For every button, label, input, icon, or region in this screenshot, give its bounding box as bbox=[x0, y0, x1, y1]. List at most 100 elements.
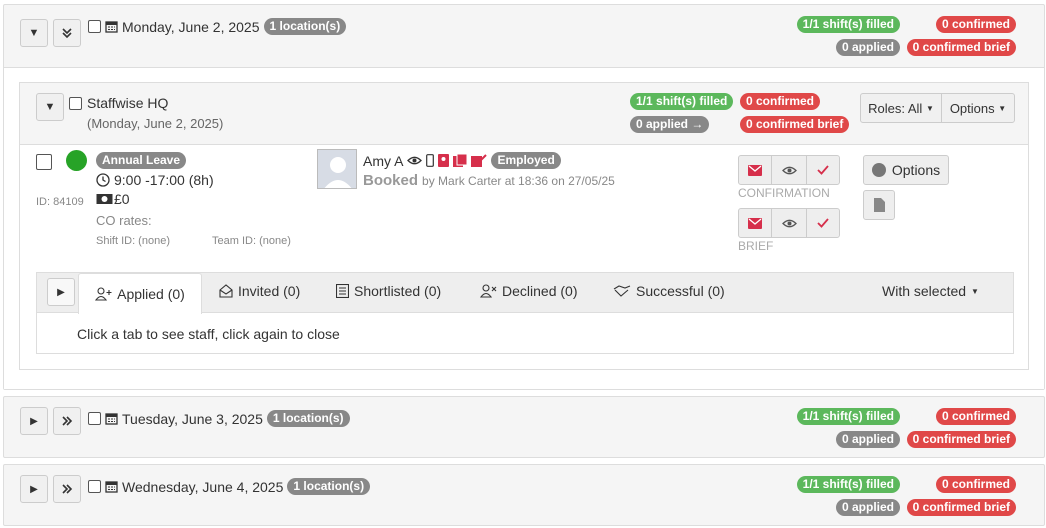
location-checkbox[interactable] bbox=[69, 97, 82, 110]
shift-options-label: Options bbox=[891, 162, 941, 178]
day-date: Wednesday, June 4, 2025 bbox=[122, 478, 284, 495]
tab-bar: ▶ Applied (0) Invited (0) Shortlisted (0… bbox=[37, 273, 1013, 314]
envelope-icon bbox=[748, 217, 762, 229]
tab-shortlisted[interactable]: Shortlisted (0) bbox=[336, 283, 441, 299]
location-filled-badge: 1/1 shift(s) filled bbox=[630, 93, 734, 110]
tab-invited[interactable]: Invited (0) bbox=[219, 283, 300, 299]
applied-badge: 0 applied bbox=[835, 499, 900, 516]
roles-label: Roles: All bbox=[868, 100, 923, 116]
day-checkbox[interactable] bbox=[88, 412, 101, 425]
mark-confirmed-button[interactable] bbox=[806, 155, 840, 185]
shift-options-button[interactable]: Options bbox=[863, 155, 949, 185]
tab-declined-label: Declined (0) bbox=[502, 283, 578, 299]
caret-down-icon: ▼ bbox=[925, 103, 934, 113]
day-panel: ▶ Tuesday, June 3, 2025 1 location(s) 1/… bbox=[3, 396, 1045, 458]
tab-shortlisted-label: Shortlisted (0) bbox=[354, 283, 442, 299]
expand-button[interactable]: ▶ bbox=[20, 475, 48, 503]
collapse-button[interactable]: ▼ bbox=[20, 19, 48, 47]
eye-icon[interactable] bbox=[407, 155, 423, 166]
shift-type-badge: Annual Leave bbox=[96, 152, 187, 169]
calendar-icon bbox=[105, 481, 118, 493]
booking-line: Booked by Mark Carter at 18:36 on 27/05/… bbox=[363, 172, 615, 189]
location-date: (Monday, June 2, 2025) bbox=[87, 116, 224, 131]
caret-right-icon: ▶ bbox=[57, 286, 65, 298]
filled-badge: 1/1 shift(s) filled bbox=[796, 16, 900, 33]
booking-by: by Mark Carter at 18:36 on 27/05/25 bbox=[422, 174, 615, 188]
location-panel: ▼ Staffwise HQ (Monday, June 2, 2025) 1/… bbox=[19, 82, 1029, 370]
team-id: Team ID: (none) bbox=[212, 235, 291, 247]
staff-tabs-panel: ▶ Applied (0) Invited (0) Shortlisted (0… bbox=[36, 272, 1014, 354]
status-dot bbox=[66, 150, 87, 171]
shift-checkbox[interactable] bbox=[36, 154, 52, 170]
documents-icon bbox=[453, 154, 468, 167]
co-rates: CO rates: bbox=[96, 213, 152, 228]
money-icon bbox=[96, 194, 113, 204]
tab-applied-label: Applied (0) bbox=[117, 286, 185, 302]
with-selected-label: With selected bbox=[882, 283, 967, 299]
location-applied-badge[interactable]: 0 applied → bbox=[630, 116, 710, 133]
day-checkbox[interactable] bbox=[88, 20, 101, 33]
caret-down-icon: ▼ bbox=[44, 101, 56, 113]
day-title: Tuesday, June 3, 2025 1 location(s) bbox=[105, 410, 350, 427]
location-options-dropdown[interactable]: Options ▼ bbox=[941, 93, 1015, 123]
expand-all-button[interactable] bbox=[53, 407, 81, 435]
file-icon bbox=[873, 198, 885, 212]
envelope-icon bbox=[748, 164, 762, 176]
filled-badge: 1/1 shift(s) filled bbox=[796, 476, 900, 493]
expand-button[interactable]: ▶ bbox=[20, 407, 48, 435]
eye-icon bbox=[781, 166, 797, 174]
location-confirmed-brief-badge: 0 confirmed brief bbox=[740, 116, 850, 133]
shift-time-text: 9:00 -17:00 (8h) bbox=[114, 172, 214, 188]
id-card-icon bbox=[438, 154, 450, 167]
caret-right-icon: ▶ bbox=[30, 483, 38, 495]
circle-icon bbox=[871, 163, 886, 177]
day-checkbox[interactable] bbox=[88, 480, 101, 493]
document-button[interactable] bbox=[863, 190, 895, 220]
tabs-toggle-button[interactable]: ▶ bbox=[47, 278, 75, 306]
eye-icon bbox=[781, 219, 797, 227]
location-name: Staffwise HQ bbox=[87, 95, 169, 111]
handshake-icon bbox=[613, 285, 631, 297]
confirmed-badge: 0 confirmed bbox=[935, 16, 1016, 33]
tab-successful[interactable]: Successful (0) bbox=[613, 283, 725, 299]
location-collapse-button[interactable]: ▼ bbox=[36, 93, 64, 121]
expand-all-button[interactable] bbox=[53, 475, 81, 503]
with-selected-dropdown[interactable]: With selected ▼ bbox=[882, 283, 979, 299]
send-confirmation-button[interactable] bbox=[738, 155, 772, 185]
day-header: ▶ Wednesday, June 4, 2025 1 location(s) … bbox=[4, 465, 1044, 523]
location-confirmed-badge: 0 confirmed bbox=[740, 93, 821, 110]
shift-time: 9:00 -17:00 (8h) bbox=[96, 172, 214, 188]
tab-applied[interactable]: Applied (0) bbox=[78, 273, 202, 314]
day-title: Wednesday, June 4, 2025 1 location(s) bbox=[105, 478, 371, 495]
list-icon bbox=[336, 284, 349, 298]
day-body: ▼ Staffwise HQ (Monday, June 2, 2025) 1/… bbox=[4, 67, 1044, 389]
confirmed-brief-badge: 0 confirmed brief bbox=[906, 431, 1016, 448]
check-icon bbox=[817, 165, 829, 175]
expand-all-button[interactable] bbox=[53, 19, 81, 47]
tab-declined[interactable]: Declined (0) bbox=[480, 283, 577, 299]
double-chevron-right-icon bbox=[62, 416, 73, 426]
mark-brief-button[interactable] bbox=[806, 208, 840, 238]
location-header: ▼ Staffwise HQ (Monday, June 2, 2025) 1/… bbox=[20, 83, 1028, 145]
day-date: Tuesday, June 3, 2025 bbox=[122, 410, 263, 427]
double-chevron-down-icon bbox=[62, 28, 72, 39]
day-title: Monday, June 2, 2025 1 location(s) bbox=[105, 18, 347, 35]
caret-down-icon: ▼ bbox=[28, 27, 40, 39]
locations-badge: 1 location(s) bbox=[266, 410, 350, 427]
send-brief-button[interactable] bbox=[738, 208, 772, 238]
confirmation-label: CONFIRMATION bbox=[738, 186, 830, 200]
shift-pay-text: £0 bbox=[114, 191, 130, 207]
caret-down-icon: ▼ bbox=[971, 286, 979, 296]
view-confirmation-button[interactable] bbox=[771, 155, 807, 185]
view-brief-button[interactable] bbox=[771, 208, 807, 238]
tab-successful-label: Successful (0) bbox=[636, 283, 725, 299]
calendar-icon bbox=[105, 413, 118, 425]
day-header: ▼ Monday, June 2, 2025 1 location(s) 1/1… bbox=[4, 5, 1044, 63]
user-times-icon bbox=[480, 284, 497, 298]
clock-icon bbox=[96, 173, 110, 187]
staff-name[interactable]: Amy A bbox=[363, 153, 403, 169]
shift-pay: £0 bbox=[96, 191, 130, 207]
roles-dropdown[interactable]: Roles: All ▼ bbox=[860, 93, 942, 123]
day-date: Monday, June 2, 2025 bbox=[122, 18, 260, 35]
filled-badge: 1/1 shift(s) filled bbox=[796, 408, 900, 425]
